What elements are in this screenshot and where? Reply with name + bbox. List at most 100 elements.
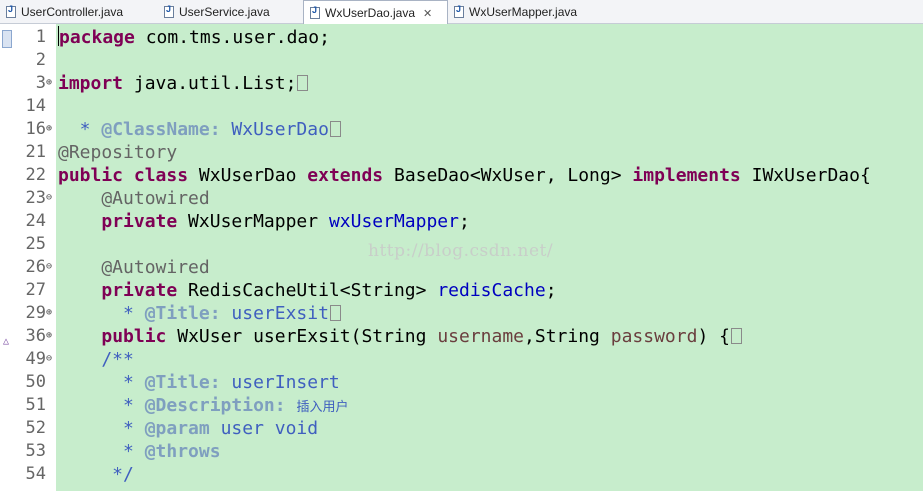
code-token: class <box>133 165 189 186</box>
code-line[interactable]: △ 36 ⊕ public WxUser userExsit(String user… <box>0 325 923 348</box>
code-line[interactable]: 3 ⊕ import java.util.List; <box>0 72 923 95</box>
code-token: private <box>101 211 178 232</box>
code-line[interactable]: 49 ⊖ /** <box>0 348 923 371</box>
code-line[interactable]: 22 public class WxUserDao extends BaseDao… <box>0 164 923 187</box>
code-text: * @ClassName: WxUserDao <box>58 118 341 141</box>
code-text: private WxUserMapper wxUserMapper; <box>58 210 470 233</box>
line-number: 25 <box>25 234 46 254</box>
code-line[interactable]: 51 * @Description: 插入用户 <box>0 394 923 417</box>
code-token: IWxUserDao{ <box>740 165 871 186</box>
code-token: userInsert <box>220 372 340 393</box>
tab-label: WxUserDao.java <box>325 6 416 20</box>
code-line[interactable]: 53 * @throws <box>0 440 923 463</box>
code-token: java.util.List; <box>123 73 297 94</box>
collapse-fold-icon[interactable]: ⊖ <box>46 354 54 364</box>
code-text: */ <box>58 463 134 486</box>
collapsed-region-box[interactable] <box>329 305 341 321</box>
line-number: 36 <box>25 326 46 346</box>
code-token: @Autowired <box>58 257 210 278</box>
code-token: BaseDao<WxUser, Long> <box>383 165 633 186</box>
code-token: import <box>58 73 124 94</box>
code-text: public WxUser userExsit(String username,… <box>58 325 742 348</box>
code-line[interactable]: 2 <box>0 49 923 72</box>
code-token: * <box>58 418 145 439</box>
line-number: 1 <box>35 27 46 47</box>
expand-fold-icon[interactable]: ⊕ <box>46 124 54 134</box>
tab-wxusermapper[interactable]: WxUserMapper.java <box>448 0 598 24</box>
code-line[interactable]: 29 ⊕ * @Title: userExsit <box>0 302 923 325</box>
code-line[interactable]: 50 * @Title: userInsert <box>0 371 923 394</box>
code-editor[interactable]: 1 package com.tms.user.dao; 2 3 ⊕ import java… <box>0 24 923 491</box>
code-token: @throws <box>144 441 221 462</box>
current-line-marker <box>2 30 12 48</box>
code-token: username <box>437 326 525 347</box>
expand-fold-icon[interactable]: ⊕ <box>46 308 54 318</box>
line-number: 51 <box>25 395 46 415</box>
code-line[interactable]: 52 * @param user void <box>0 417 923 440</box>
code-text: * @throws <box>58 440 221 463</box>
code-token: @Description: <box>144 395 286 416</box>
code-token: redisCache <box>437 280 546 301</box>
editor-tab-bar: UserController.java UserService.java WxU… <box>0 0 923 25</box>
code-line[interactable]: 27 private RedisCacheUtil<String> redisC… <box>0 279 923 302</box>
code-line[interactable]: 24 private WxUserMapper wxUserMapper; <box>0 210 923 233</box>
code-token: * <box>58 441 145 462</box>
code-token: userExsit <box>220 303 329 324</box>
line-number: 52 <box>25 418 46 438</box>
code-token: @Autowired <box>58 188 210 209</box>
code-token: ) { <box>697 326 730 347</box>
java-file-icon <box>310 5 320 19</box>
line-number: 29 <box>25 303 46 323</box>
code-token: WxUserDao <box>188 165 308 186</box>
code-token: user void <box>209 418 319 439</box>
tab-label: UserService.java <box>179 5 270 19</box>
line-number: 24 <box>25 211 46 231</box>
code-token: @param <box>144 418 210 439</box>
collapse-fold-icon[interactable]: ⊖ <box>46 193 54 203</box>
expand-fold-icon[interactable]: ⊕ <box>46 78 54 88</box>
line-number: 14 <box>25 96 46 116</box>
collapsed-region-box[interactable] <box>730 328 742 344</box>
code-token: implements <box>632 165 741 186</box>
code-line[interactable]: 1 package com.tms.user.dao; <box>0 26 923 49</box>
tab-label: UserController.java <box>21 5 124 19</box>
line-number: 50 <box>25 372 46 392</box>
java-file-icon <box>164 4 174 18</box>
tab-wxuserdao[interactable]: WxUserDao.java ✕ <box>303 0 448 25</box>
code-line[interactable]: 14 <box>0 95 923 118</box>
code-text: @Autowired <box>58 187 210 210</box>
code-text: @Autowired <box>58 256 210 279</box>
line-number: 49 <box>25 349 46 369</box>
expand-fold-icon[interactable]: ⊕ <box>46 331 54 341</box>
code-token: RedisCacheUtil<String> <box>177 280 438 301</box>
code-token: extends <box>307 165 384 186</box>
line-number: 3 <box>35 73 46 93</box>
code-token: com.tms.user.dao; <box>134 27 330 48</box>
code-token: private <box>101 280 178 301</box>
line-number: 53 <box>25 441 46 461</box>
code-token: ; <box>458 211 470 232</box>
code-token: @Title: <box>144 372 221 393</box>
code-token: package <box>59 27 135 48</box>
code-line[interactable]: 21 @Repository <box>0 141 923 164</box>
code-token: @ClassName: <box>101 119 221 140</box>
line-number: 26 <box>25 257 46 277</box>
tab-user-controller[interactable]: UserController.java <box>0 0 158 24</box>
collapsed-region-box[interactable] <box>297 75 309 91</box>
code-token: WxUser userExsit(String <box>166 326 438 347</box>
close-icon[interactable]: ✕ <box>423 7 432 20</box>
collapse-fold-icon[interactable]: ⊖ <box>46 262 54 272</box>
code-token: WxUserDao <box>220 119 329 140</box>
code-token: @Repository <box>58 142 178 163</box>
code-line[interactable]: 23 ⊖ @Autowired <box>0 187 923 210</box>
code-line[interactable]: 54 */ <box>0 463 923 486</box>
tab-user-service[interactable]: UserService.java <box>158 0 303 24</box>
collapsed-region-box[interactable] <box>329 121 341 137</box>
watermark: http://blog.csdn.net/ <box>368 241 554 261</box>
code-line[interactable]: 16 ⊕ * @ClassName: WxUserDao <box>0 118 923 141</box>
